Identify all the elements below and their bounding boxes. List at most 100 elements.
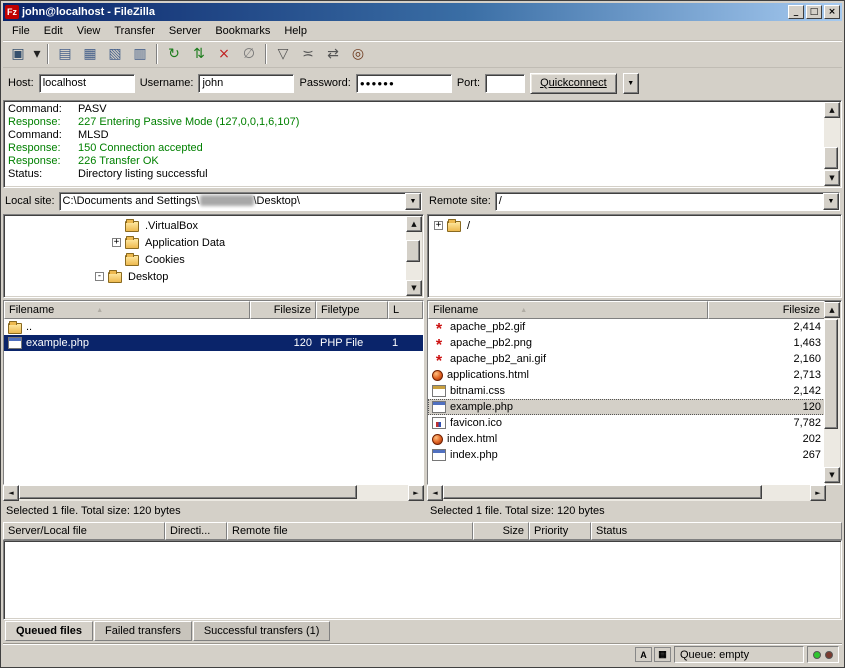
scroll-track[interactable]: [824, 318, 840, 467]
tree-item[interactable]: .VirtualBox: [4, 217, 406, 234]
scroll-thumb[interactable]: [824, 319, 838, 429]
scroll-thumb[interactable]: [443, 485, 762, 499]
toggle-queue-view-button[interactable]: ▥: [128, 43, 152, 65]
tree-item[interactable]: Cookies: [4, 251, 406, 268]
column-header-l[interactable]: L: [388, 301, 423, 319]
menu-item-server[interactable]: Server: [162, 23, 208, 39]
file-row[interactable]: apache_pb2.gif2,414: [428, 319, 825, 335]
local-hscrollbar[interactable]: ◄ ►: [3, 485, 424, 501]
scroll-right-icon[interactable]: ►: [810, 485, 826, 501]
remote-site-combobox[interactable]: / ▼: [495, 192, 840, 211]
process-queue-button[interactable]: ⇅: [187, 43, 211, 65]
scroll-thumb[interactable]: [19, 485, 357, 499]
remote-hscrollbar[interactable]: ◄ ►: [427, 485, 826, 501]
menu-item-view[interactable]: View: [70, 23, 108, 39]
tab-successful-transfers-1-[interactable]: Successful transfers (1): [193, 621, 331, 641]
tab-queued-files[interactable]: Queued files: [5, 621, 93, 641]
log-vscrollbar[interactable]: ▲ ▼: [824, 102, 840, 186]
scroll-up-icon[interactable]: ▲: [406, 216, 422, 232]
scroll-right-icon[interactable]: ►: [408, 485, 424, 501]
log-entry-type: Command:: [6, 129, 78, 142]
scroll-up-icon[interactable]: ▲: [824, 302, 840, 318]
directory-filter-button[interactable]: ▽: [271, 43, 295, 65]
font-indicator-icon[interactable]: A: [635, 647, 652, 662]
maximize-button[interactable]: □: [806, 5, 822, 19]
queue-status-panel: Queue: empty: [674, 646, 804, 663]
scroll-left-icon[interactable]: ◄: [427, 485, 443, 501]
file-row[interactable]: index.php267: [428, 447, 825, 463]
menu-item-bookmarks[interactable]: Bookmarks: [208, 23, 277, 39]
minimize-button[interactable]: _: [788, 5, 804, 19]
expand-icon[interactable]: +: [434, 221, 443, 230]
local-tree-vscrollbar[interactable]: ▲ ▼: [406, 216, 422, 296]
file-name: apache_pb2_ani.gif: [450, 353, 546, 365]
toggle-local-tree-button[interactable]: ▦: [78, 43, 102, 65]
refresh-button[interactable]: ↻: [162, 43, 186, 65]
password-input[interactable]: [356, 74, 452, 93]
site-manager-button[interactable]: ▣: [6, 43, 30, 65]
scroll-up-icon[interactable]: ▲: [824, 102, 840, 118]
menu-item-file[interactable]: File: [5, 23, 37, 39]
toggle-message-log-button[interactable]: ▤: [53, 43, 77, 65]
tree-item[interactable]: -Desktop: [4, 268, 406, 285]
scroll-down-icon[interactable]: ▼: [824, 170, 840, 186]
directory-comparison-button[interactable]: ≍: [296, 43, 320, 65]
file-row[interactable]: example.php120: [428, 399, 825, 415]
site-manager-dropdown-button[interactable]: ▾: [31, 43, 43, 65]
username-label: Username:: [140, 77, 194, 89]
column-header-size[interactable]: Size: [473, 522, 529, 540]
scroll-thumb[interactable]: [824, 147, 838, 169]
local-site-dropdown-button[interactable]: ▼: [405, 193, 421, 210]
port-input[interactable]: [485, 74, 525, 93]
scroll-track[interactable]: [443, 485, 810, 501]
cancel-operation-button[interactable]: ×: [212, 43, 236, 65]
quickconnect-dropdown-button[interactable]: ▼: [623, 73, 639, 94]
menu-item-help[interactable]: Help: [277, 23, 314, 39]
remote-list-vscrollbar[interactable]: ▲ ▼: [824, 302, 840, 483]
column-header-filename[interactable]: Filename▲: [4, 301, 250, 319]
file-row[interactable]: ..: [4, 319, 423, 335]
tree-item[interactable]: +/: [428, 217, 824, 234]
file-row[interactable]: apache_pb2.png1,463: [428, 335, 825, 351]
remote-site-dropdown-button[interactable]: ▼: [823, 193, 839, 210]
scroll-left-icon[interactable]: ◄: [3, 485, 19, 501]
column-header-priority[interactable]: Priority: [529, 522, 591, 540]
expand-icon[interactable]: +: [112, 238, 121, 247]
menu-item-edit[interactable]: Edit: [37, 23, 70, 39]
column-header-directi-[interactable]: Directi...: [165, 522, 227, 540]
title-bar[interactable]: Fz john@localhost - FileZilla _□×: [3, 3, 842, 21]
find-files-button[interactable]: ◎: [346, 43, 370, 65]
file-row[interactable]: example.php120PHP File1: [4, 335, 423, 351]
scroll-track[interactable]: [824, 118, 840, 170]
synchronized-browsing-button[interactable]: ⇄: [321, 43, 345, 65]
column-header-filesize[interactable]: Filesize: [708, 301, 825, 319]
local-site-combobox[interactable]: C:\Documents and Settings\\Desktop\ ▼: [59, 192, 422, 211]
scroll-track[interactable]: [406, 232, 422, 280]
disconnect-button[interactable]: ∅: [237, 43, 261, 65]
keyboard-indicator-icon[interactable]: ▦: [654, 647, 671, 662]
file-row[interactable]: index.html202: [428, 431, 825, 447]
column-header-filename[interactable]: Filename▲: [428, 301, 708, 319]
file-row[interactable]: favicon.ico7,782: [428, 415, 825, 431]
host-input[interactable]: [39, 74, 135, 93]
column-header-status[interactable]: Status: [591, 522, 842, 540]
column-header-remote-file[interactable]: Remote file: [227, 522, 473, 540]
column-header-filetype[interactable]: Filetype: [316, 301, 388, 319]
scroll-track[interactable]: [19, 485, 408, 501]
toggle-remote-tree-button[interactable]: ▧: [103, 43, 127, 65]
quickconnect-button[interactable]: Quickconnect: [530, 73, 617, 94]
column-header-filesize[interactable]: Filesize: [250, 301, 316, 319]
username-input[interactable]: [198, 74, 294, 93]
tab-failed-transfers[interactable]: Failed transfers: [94, 621, 192, 641]
column-header-server-local-file[interactable]: Server/Local file: [3, 522, 165, 540]
file-row[interactable]: bitnami.css2,142: [428, 383, 825, 399]
file-row[interactable]: apache_pb2_ani.gif2,160: [428, 351, 825, 367]
close-button[interactable]: ×: [824, 5, 840, 19]
tree-item[interactable]: +Application Data: [4, 234, 406, 251]
collapse-icon[interactable]: -: [95, 272, 104, 281]
menu-item-transfer[interactable]: Transfer: [107, 23, 162, 39]
scroll-down-icon[interactable]: ▼: [406, 280, 422, 296]
scroll-down-icon[interactable]: ▼: [824, 467, 840, 483]
file-row[interactable]: applications.html2,713: [428, 367, 825, 383]
scroll-thumb[interactable]: [406, 240, 420, 262]
